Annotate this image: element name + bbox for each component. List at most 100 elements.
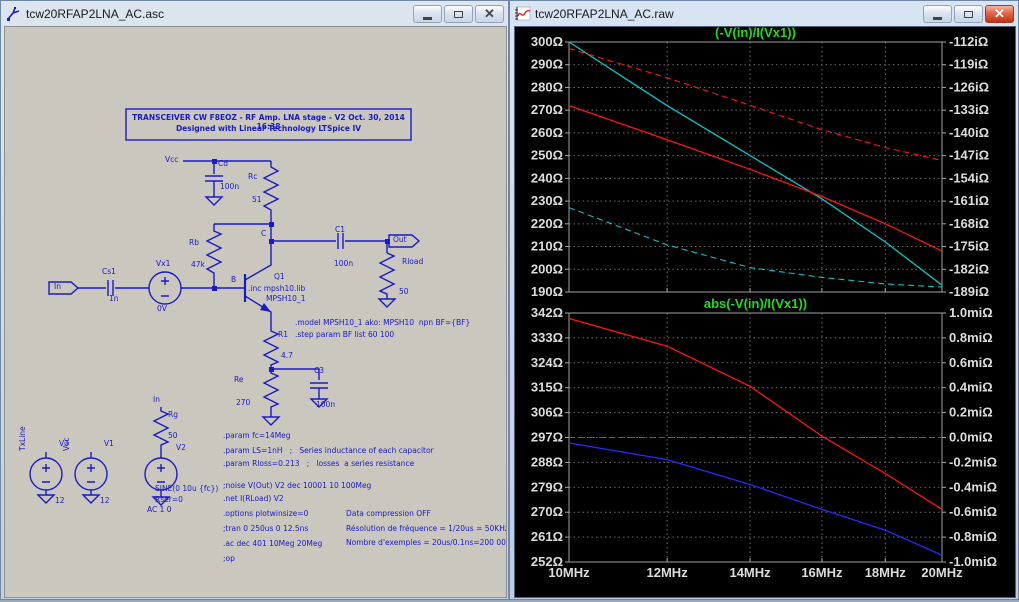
schematic-text: C3 (314, 366, 325, 375)
right-axis-label: -175iΩ (949, 239, 989, 254)
schematic-text: .param fc=14Meg (223, 431, 291, 440)
schematic-text: Q1 (274, 272, 285, 281)
trace-red-dashed-imag-part (568, 47, 943, 162)
schematic-text: 0V (157, 304, 167, 313)
left-axis-label: 288Ω (531, 454, 563, 469)
waveform-app-icon (514, 6, 531, 22)
waveform-titlebar[interactable]: tcw20RFAP2LNA_AC.raw ✕ (510, 1, 1018, 25)
left-axis-label: 315Ω (531, 380, 563, 395)
schematic-text: 47k (191, 260, 205, 269)
plot-pane-border (568, 41, 943, 293)
schematic-text: .ac dec 401 10Meg 20Meg (223, 539, 323, 548)
left-axis-label: 270Ω (531, 504, 563, 519)
right-axis-label: 0.6miΩ (949, 355, 993, 370)
maximize-button[interactable] (954, 5, 983, 23)
right-axis-label: -0.4miΩ (949, 479, 997, 494)
left-axis-label: 306Ω (531, 405, 563, 420)
right-axis-label: -182iΩ (949, 261, 989, 276)
right-axis-label: -133iΩ (949, 102, 989, 117)
x-tick-label: 16MHz (801, 565, 843, 580)
left-axis-label: 200Ω (531, 261, 563, 276)
x-tick-label: 12MHz (647, 565, 689, 580)
schematic-text: Data compression OFF (346, 509, 431, 518)
schematic-text: ;noise V(Out) V2 dec 10001 10 100Meg (223, 481, 372, 490)
schematic-text: .param LS=1nH ; Series inductance of eac… (223, 446, 434, 455)
minimize-button[interactable] (923, 5, 952, 23)
window-title: tcw20RFAP2LNA_AC.raw (535, 7, 674, 21)
left-axis-label: 270Ω (531, 102, 563, 117)
schematic-text: Nombre d'exemples = 20us/0.1ns=200 000 (346, 538, 507, 547)
schematic-text: Vx1 (156, 259, 171, 268)
schematic-text: 50 (168, 431, 178, 440)
schematic-text: ;tran 0 250us 0 12.5ns (223, 524, 309, 533)
schematic-text: .inc mpsh10.lib (248, 284, 306, 293)
left-axis-label: 280Ω (531, 79, 563, 94)
minimize-icon (423, 14, 432, 20)
minimize-button[interactable] (413, 5, 442, 23)
right-axis-label: -147iΩ (949, 148, 989, 163)
schematic-text: 100n (220, 182, 240, 191)
schematic-text: ;op (223, 554, 235, 563)
left-axis-label: 190Ω (531, 284, 563, 299)
close-icon: ✕ (994, 6, 1005, 21)
schematic-text: 100n (334, 259, 354, 268)
trace-red-solid-magnitude (568, 317, 943, 510)
schematic-text: 100n (316, 400, 336, 409)
right-axis-label: -168iΩ (949, 216, 989, 231)
right-axis-label: -140iΩ (949, 125, 989, 140)
waveform-canvas[interactable]: 300Ω -112iΩ 290Ω -119iΩ 280Ω -126iΩ 270Ω -133iΩ… (514, 26, 1016, 598)
schematic-text: Rc (248, 172, 258, 181)
schematic-text: MPSH10_1 (266, 294, 306, 303)
trace-cyan-solid-real-part (568, 41, 943, 286)
schematic-text: In (153, 395, 160, 404)
schematic-canvas[interactable]: TRANSCEIVER CW F8EOZ - RF Amp. LNA stage… (4, 26, 507, 598)
schematic-text: Cs1 (102, 267, 116, 276)
schematic-text: 50 (399, 287, 409, 296)
close-icon: ✕ (484, 6, 495, 21)
left-axis-label: 300Ω (531, 34, 563, 49)
schematic-text: 4.7 (281, 351, 293, 360)
left-axis-label: 252Ω (531, 554, 563, 569)
schematic-text: B (231, 275, 237, 284)
schematic-text: Rg (168, 410, 178, 419)
left-axis-label: 342Ω (531, 305, 563, 320)
schematic-text: 270 (236, 398, 251, 407)
left-axis-label: 297Ω (531, 430, 563, 445)
schematic-text: .param Rloss=0.213 ; losses a series res… (223, 459, 415, 468)
schematic-text: Rload (402, 257, 424, 266)
schematic-label-layer: Vcc Cd 100n Rc 51 Rb 47k In Cs1 1n Vx1 0V B C Q1 .inc m… (5, 27, 506, 597)
left-axis-label: 333Ω (531, 330, 563, 345)
right-axis-label: 0.0miΩ (949, 430, 993, 445)
schematic-text: C (261, 229, 267, 238)
schematic-text: V1 (104, 439, 114, 448)
right-axis-label: -0.2miΩ (949, 454, 997, 469)
right-axis-label: -0.8miΩ (949, 529, 997, 544)
trace-blue-solid-magnitude (568, 442, 943, 556)
schematic-text: 1n (109, 294, 119, 303)
window-title: tcw20RFAP2LNA_AC.asc (26, 7, 165, 21)
schematic-text: C1 (335, 225, 346, 234)
left-axis-label: 324Ω (531, 355, 563, 370)
left-axis-label: 240Ω (531, 170, 563, 185)
schematic-app-icon (5, 6, 22, 22)
right-axis-label: -154iΩ (949, 170, 989, 185)
minimize-icon (933, 14, 942, 20)
close-button[interactable]: ✕ (475, 5, 504, 23)
left-axis-label: 210Ω (531, 239, 563, 254)
schematic-text: AC 1 0 (147, 505, 172, 514)
left-axis-label: 290Ω (531, 57, 563, 72)
close-button[interactable]: ✕ (985, 5, 1014, 23)
left-axis-label: 230Ω (531, 193, 563, 208)
plot-pane-title: abs(-V(in)/I(Vx1)) (704, 296, 807, 311)
schematic-text: Rser=0 (155, 495, 183, 504)
schematic-titlebar[interactable]: tcw20RFAP2LNA_AC.asc ✕ (1, 1, 508, 25)
schematic-text: .options plotwinsize=0 (223, 509, 309, 518)
right-axis-label: -1.0miΩ (949, 554, 997, 569)
schematic-text: R1 (278, 330, 288, 339)
schematic-text: TxLine (18, 426, 27, 451)
schematic-text: 12 (100, 496, 110, 505)
schematic-text: Rb (189, 238, 199, 247)
schematic-text: In (54, 282, 61, 291)
maximize-button[interactable] (444, 5, 473, 23)
schematic-text: Vcc (165, 155, 179, 164)
